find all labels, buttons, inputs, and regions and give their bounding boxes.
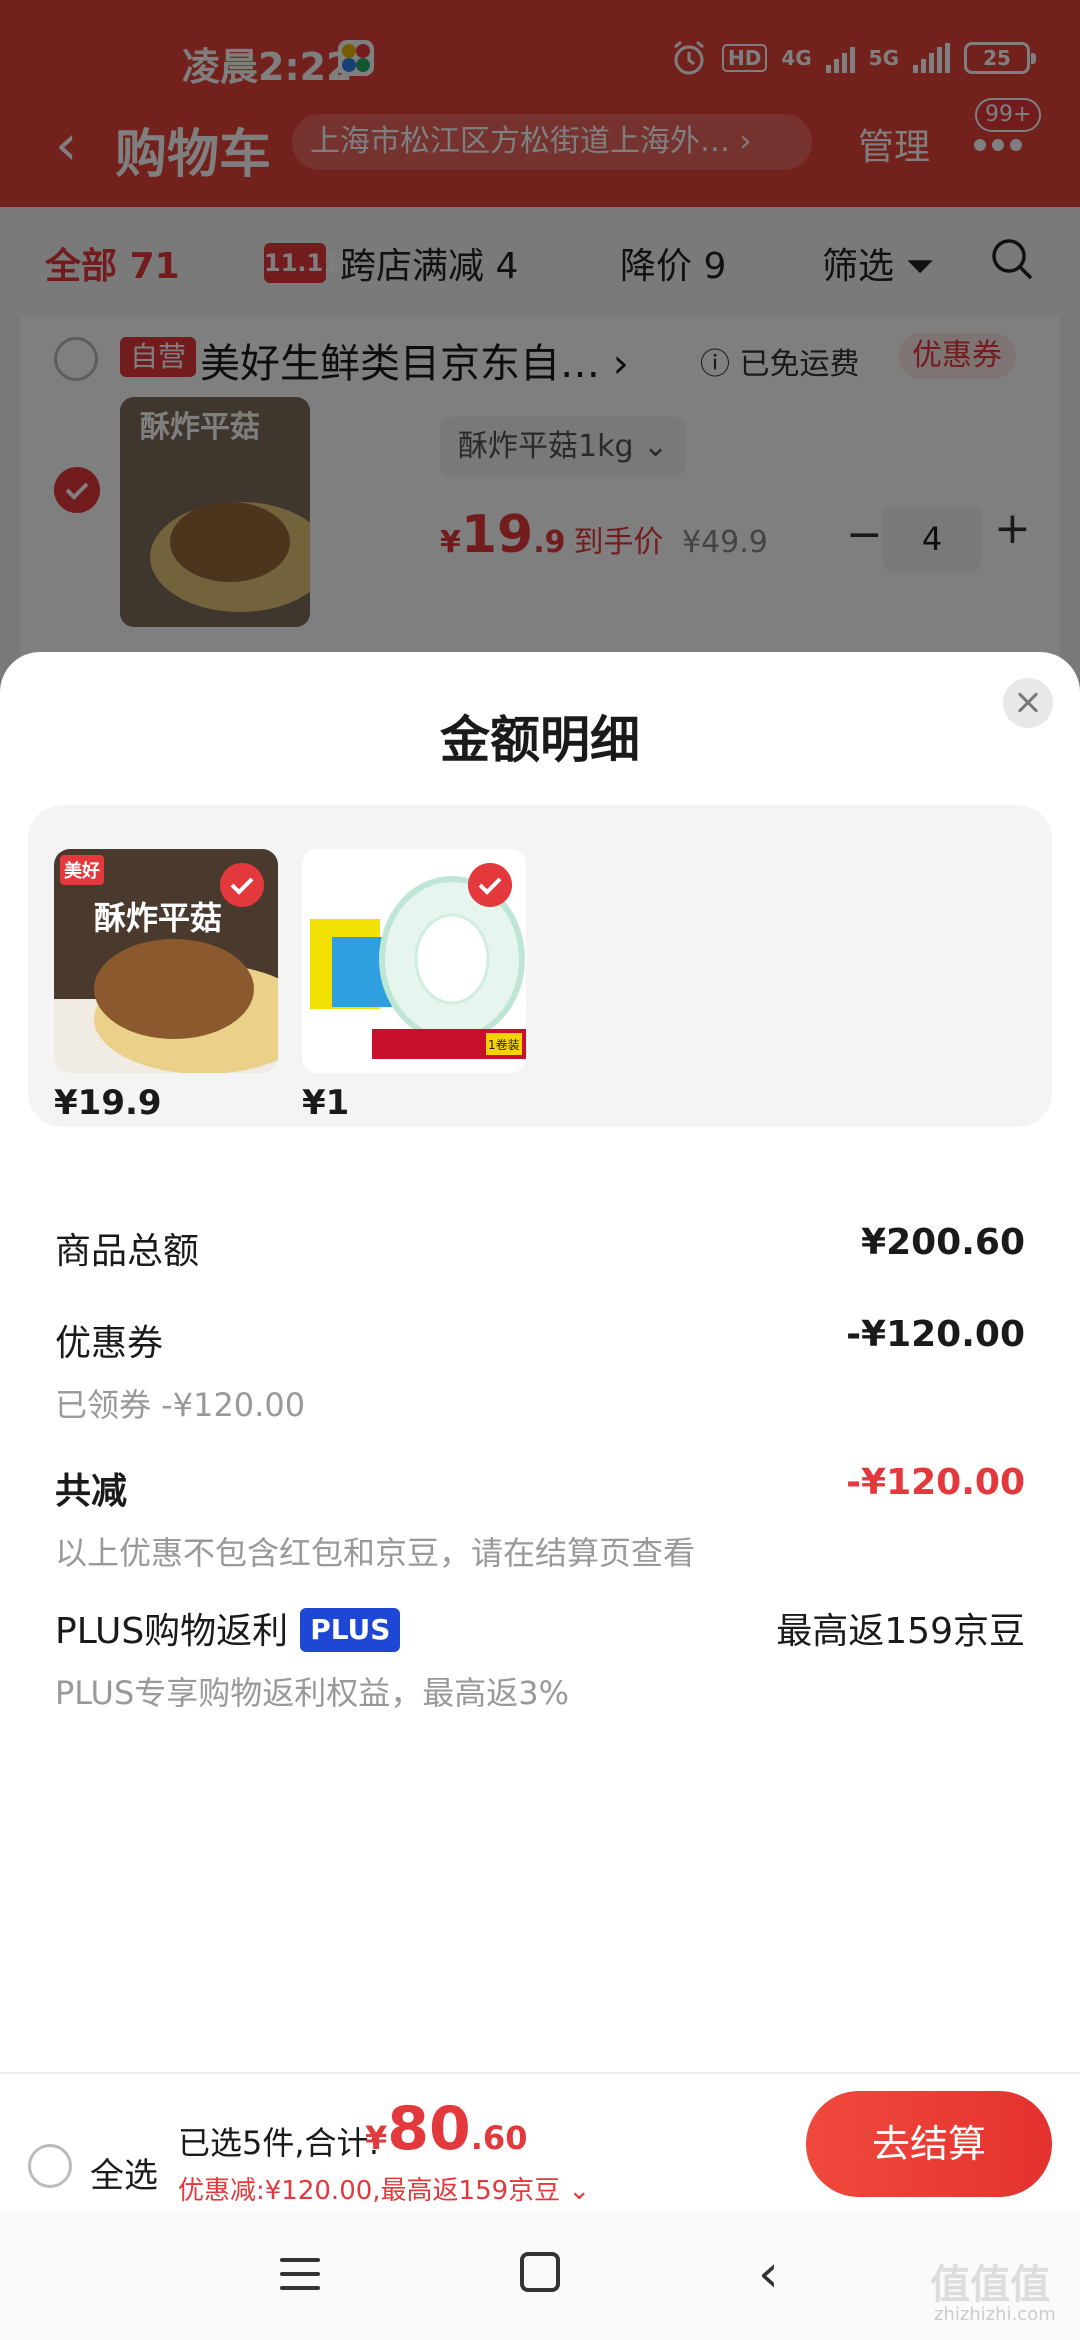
total-reduction-value: -¥120.00 — [846, 1462, 1025, 1503]
coupon-row: 优惠券 -¥120.00 已领券 -¥120.00 — [55, 1314, 1025, 1426]
close-button[interactable] — [1003, 678, 1053, 728]
sheet-title: 金额明细 — [440, 711, 640, 769]
total-reduction-note: 以上优惠不包含红包和京豆，请在结算页查看 — [55, 1534, 696, 1572]
coupon-detail: 已领券 -¥120.00 — [55, 1386, 306, 1424]
plus-rebate-value: 最高返159京豆 — [776, 1611, 1025, 1652]
product-price: ¥1 — [302, 1083, 350, 1123]
total-reduction-row: 共减 -¥120.00 以上优惠不包含红包和京豆，请在结算页查看 — [55, 1462, 1025, 1574]
selected-product[interactable]: 美好 酥炸平菇 ¥19.9 — [54, 849, 278, 1123]
total-decimal: .60 — [470, 2119, 528, 2157]
product-image: 美好 酥炸平菇 — [54, 849, 278, 1073]
product-art-text: 酥炸平菇 — [94, 899, 222, 937]
goods-total-row: 商品总额 ¥200.60 — [55, 1222, 1025, 1274]
selected-products-panel: 美好 酥炸平菇 ¥19.9 1卷装 ¥1 — [28, 805, 1052, 1127]
select-all-checkbox[interactable] — [28, 2144, 72, 2188]
plus-badge: PLUS — [300, 1608, 401, 1652]
system-navigation-bar: ‹ 值值值 zhizhizhi.com — [0, 2212, 1080, 2340]
back-nav-icon[interactable]: ‹ — [758, 2248, 779, 2300]
total-integer: 80 — [387, 2094, 471, 2164]
recent-apps-icon[interactable] — [280, 2256, 320, 2292]
product-image: 1卷装 — [302, 849, 526, 1073]
plus-rebate-row: PLUS购物返利 PLUS 最高返159京豆 PLUS专享购物返利权益，最高返3% — [55, 1602, 1025, 1714]
select-all-label[interactable]: 全选 — [90, 2148, 158, 2197]
brand-art-text: 美好 — [64, 860, 100, 882]
selected-summary: 已选5件,合计: — [178, 2124, 380, 2162]
product-art-text: 1卷装 — [488, 1037, 520, 1052]
home-icon[interactable] — [520, 2252, 560, 2292]
total-price: ¥80.60 — [365, 2094, 527, 2164]
plus-rebate-label: PLUS购物返利 — [55, 1611, 289, 1652]
goods-total-value: ¥200.60 — [861, 1222, 1025, 1263]
checkout-button[interactable]: 去结算 — [806, 2091, 1052, 2197]
product-checked-icon[interactable] — [468, 863, 512, 907]
coupon-value: -¥120.00 — [846, 1314, 1025, 1355]
amount-details-sheet: 金额明细 美好 酥炸平菇 ¥19.9 1卷装 ¥1 商品总额 ¥200.60 优… — [0, 652, 1080, 2072]
total-currency: ¥ — [365, 2119, 388, 2157]
checkout-bar: 全选 已选5件,合计: ¥80.60 优惠减:¥120.00,最高返159京豆 … — [0, 2072, 1080, 2212]
watermark-url: zhizhizhi.com — [934, 2304, 1056, 2325]
product-price: ¥19.9 — [54, 1083, 162, 1123]
selected-product[interactable]: 1卷装 ¥1 — [302, 849, 526, 1123]
plus-rebate-note: PLUS专享购物返利权益，最高返3% — [55, 1674, 570, 1712]
modal-overlay[interactable] — [0, 0, 1080, 700]
product-checked-icon[interactable] — [220, 863, 264, 907]
savings-toggle[interactable]: 优惠减:¥120.00,最高返159京豆 ⌄ — [178, 2170, 590, 2207]
watermark-logo: 值值值 — [930, 2262, 1050, 2308]
